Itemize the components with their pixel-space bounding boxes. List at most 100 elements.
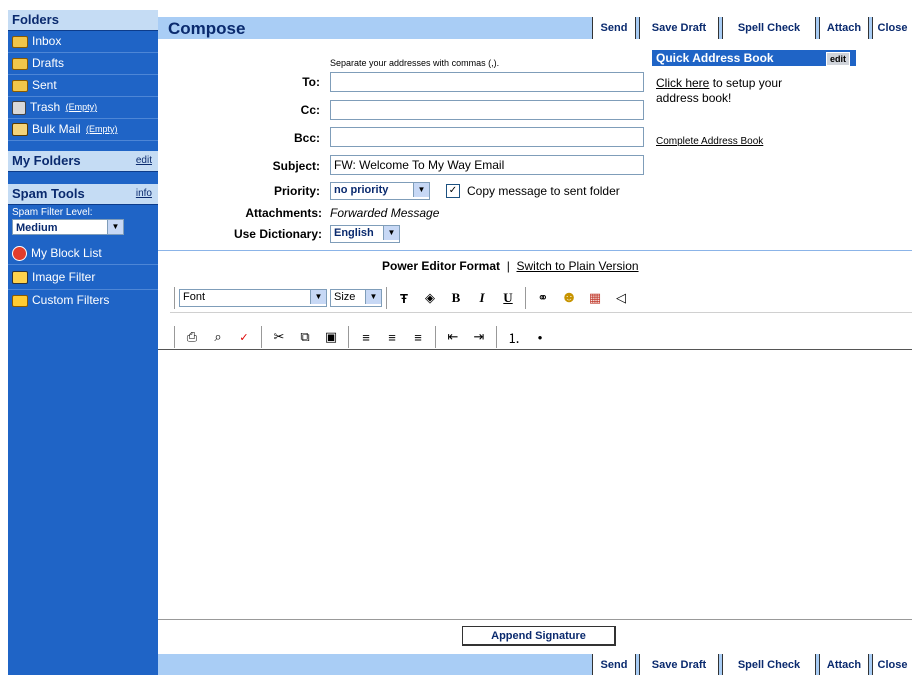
sidebar-item-label: Trash xyxy=(30,100,61,114)
sidebar-item-label: Drafts xyxy=(32,56,65,70)
toolbar-separator xyxy=(174,287,175,309)
bcc-label: Bcc: xyxy=(293,131,320,145)
chevron-down-icon: ▼ xyxy=(413,183,429,197)
bold-icon[interactable]: B xyxy=(446,289,466,307)
preview-icon[interactable]: ⌕ xyxy=(208,328,228,346)
spam-filter-select[interactable]: Medium ▼ xyxy=(12,219,124,235)
empty-bulk-link[interactable]: (Empty) xyxy=(86,119,118,140)
inbox-icon xyxy=(12,35,28,48)
copy-sent-checkbox[interactable]: ✓ xyxy=(446,184,460,198)
complete-address-book-link[interactable]: Complete Address Book xyxy=(656,136,763,147)
copy-icon[interactable]: ⧉ xyxy=(295,328,315,346)
toolbar-separator xyxy=(496,326,497,348)
dictionary-select[interactable]: English ▼ xyxy=(330,225,400,243)
switch-plain-link[interactable]: Switch to Plain Version xyxy=(516,259,638,273)
spam-tools-info-link[interactable]: info xyxy=(136,184,152,204)
priority-select[interactable]: no priority ▼ xyxy=(330,182,430,200)
address-book-edit-button[interactable]: edit xyxy=(825,52,850,66)
insert-image-icon[interactable]: ▦ xyxy=(585,289,605,307)
toolbar-separator xyxy=(386,287,387,309)
sidebar-item-trash[interactable]: Trash (Empty) xyxy=(8,97,158,119)
editor-toolbar-2: ⎙ ⌕ ✓ ✂ ⧉ ▣ ≡ ≡ ≡ ⇤ ⇥ ⒈ • xyxy=(170,323,553,351)
paste-icon[interactable]: ▣ xyxy=(321,328,341,346)
chevron-down-icon: ▼ xyxy=(383,226,399,240)
editor-toolbar-1: Font ▼ Size ▼ Ŧ ◈ B I U ⚭ ☻ ▦ ◁ xyxy=(170,284,634,312)
toolbar-separator xyxy=(174,326,175,348)
custom-filters-icon xyxy=(12,294,28,307)
save-draft-button[interactable]: Save Draft xyxy=(639,17,719,39)
sound-icon[interactable]: ◁ xyxy=(611,289,631,307)
address-book-setup: Click here to setup your address book! xyxy=(656,76,826,106)
sidebar-item-label: Sent xyxy=(32,78,57,92)
sidebar-item-inbox[interactable]: Inbox xyxy=(8,31,158,53)
editor-area-bottom xyxy=(158,619,912,620)
quick-address-book-header: Quick Address Book edit xyxy=(652,50,856,66)
editor-format-bar: Power Editor Format | Switch to Plain Ve… xyxy=(382,259,639,273)
toolbar-separator xyxy=(348,326,349,348)
emoticon-icon[interactable]: ☻ xyxy=(559,289,579,307)
my-folders-heading: My Folders edit xyxy=(8,151,158,172)
spellcheck-icon[interactable]: ✓ xyxy=(234,328,254,346)
setup-address-book-link[interactable]: Click here xyxy=(656,76,709,90)
format-divider: | xyxy=(506,259,510,273)
text-color-icon[interactable]: Ŧ xyxy=(394,289,414,307)
bcc-field[interactable] xyxy=(330,127,644,147)
append-signature-button[interactable]: Append Signature xyxy=(462,626,616,646)
subject-label: Subject: xyxy=(272,159,320,173)
toolbar-separator xyxy=(525,287,526,309)
save-draft-button[interactable]: Save Draft xyxy=(639,654,719,675)
underline-icon[interactable]: U xyxy=(498,289,518,307)
align-center-icon[interactable]: ≡ xyxy=(382,328,402,346)
align-right-icon[interactable]: ≡ xyxy=(408,328,428,346)
cut-icon[interactable]: ✂ xyxy=(269,328,289,346)
align-left-icon[interactable]: ≡ xyxy=(356,328,376,346)
highlight-icon[interactable]: ◈ xyxy=(420,289,440,307)
close-button[interactable]: Close xyxy=(872,17,912,39)
image-filter-icon xyxy=(12,270,28,284)
close-button[interactable]: Close xyxy=(872,654,912,675)
footer-actions: Send Save Draft Spell Check Attach Close xyxy=(589,654,912,675)
block-list-icon xyxy=(12,246,27,261)
numbered-list-icon[interactable]: ⒈ xyxy=(504,328,524,346)
outdent-icon[interactable]: ⇤ xyxy=(443,328,463,346)
page-edge xyxy=(0,0,8,675)
chevron-down-icon: ▼ xyxy=(310,290,326,304)
attachments-label: Attachments: xyxy=(245,206,322,220)
bullet-list-icon[interactable]: • xyxy=(530,328,550,346)
empty-trash-link[interactable]: (Empty) xyxy=(66,97,98,118)
attach-button[interactable]: Attach xyxy=(819,17,869,39)
subject-field[interactable]: FW: Welcome To My Way Email xyxy=(330,155,644,175)
to-field[interactable] xyxy=(330,72,644,92)
spam-tools-heading: Spam Tools info xyxy=(8,184,158,205)
message-body-editor[interactable] xyxy=(158,350,912,619)
drafts-icon xyxy=(12,57,28,70)
sidebar-item-label: Custom Filters xyxy=(32,293,110,307)
sidebar-item-drafts[interactable]: Drafts xyxy=(8,53,158,75)
priority-label: Priority: xyxy=(273,184,320,198)
italic-icon[interactable]: I xyxy=(472,289,492,307)
print-icon[interactable]: ⎙ xyxy=(182,328,202,346)
send-button[interactable]: Send xyxy=(592,654,636,675)
divider xyxy=(158,250,912,251)
sidebar-item-block-list[interactable]: My Block List xyxy=(8,243,158,265)
spell-check-button[interactable]: Spell Check xyxy=(722,654,816,675)
attachments-value: Forwarded Message xyxy=(330,206,440,220)
attach-button[interactable]: Attach xyxy=(819,654,869,675)
address-hint: Separate your addresses with commas (,). xyxy=(330,58,500,68)
link-icon[interactable]: ⚭ xyxy=(533,289,553,307)
spell-check-button[interactable]: Spell Check xyxy=(722,17,816,39)
size-select[interactable]: Size ▼ xyxy=(330,289,382,307)
sidebar-item-bulk-mail[interactable]: Bulk Mail (Empty) xyxy=(8,119,158,141)
compose-footer-bar: Send Save Draft Spell Check Attach Close xyxy=(158,654,912,675)
sidebar-item-custom-filters[interactable]: Custom Filters xyxy=(8,290,158,311)
font-select[interactable]: Font ▼ xyxy=(179,289,327,307)
indent-icon[interactable]: ⇥ xyxy=(469,328,489,346)
cc-field[interactable] xyxy=(330,100,644,120)
sidebar-item-sent[interactable]: Sent xyxy=(8,75,158,97)
editor-format-label: Power Editor Format xyxy=(382,259,501,273)
my-folders-edit-link[interactable]: edit xyxy=(136,151,152,171)
sidebar-item-label: Inbox xyxy=(32,34,62,48)
folders-heading: Folders xyxy=(8,10,158,31)
sidebar-item-image-filter[interactable]: Image Filter xyxy=(8,265,158,290)
send-button[interactable]: Send xyxy=(592,17,636,39)
